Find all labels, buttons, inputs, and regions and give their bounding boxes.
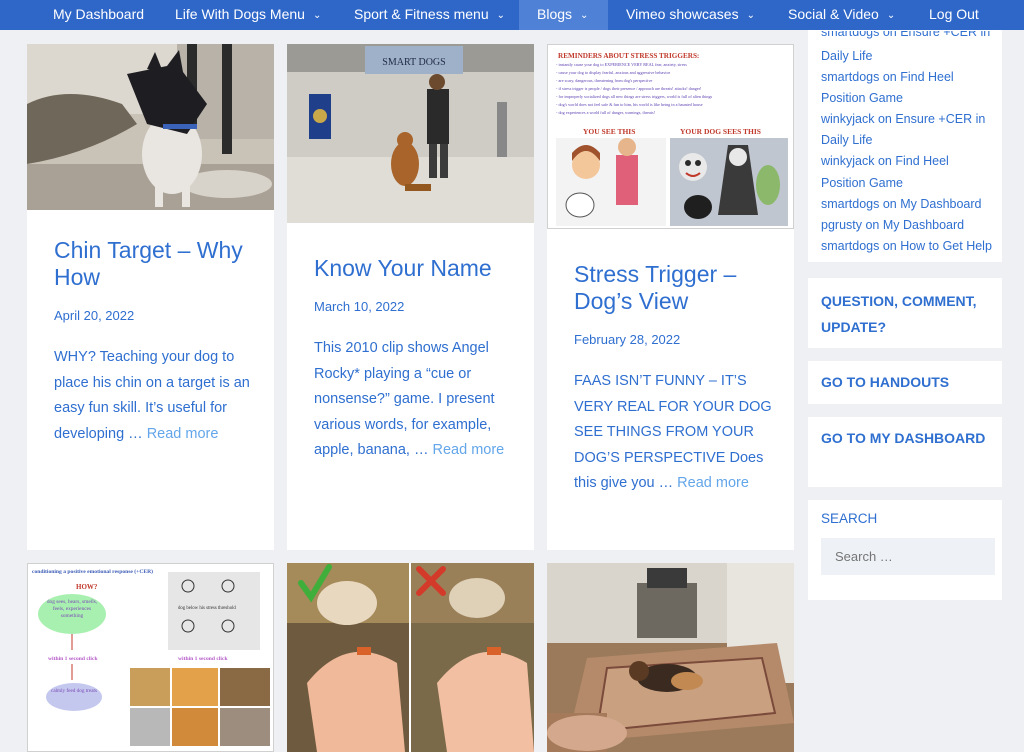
nav-life-with-dogs-menu[interactable]: Life With Dogs Menu ⌄	[175, 0, 321, 30]
infographic-bullet: - if stress trigger is people / dogs the…	[556, 86, 701, 91]
post-title[interactable]: Stress Trigger – Dog’s View	[574, 261, 772, 315]
post-excerpt: WHY? Teaching your dog to place his chin…	[54, 345, 252, 447]
cer-infographic: conditioning a positive emotional respon…	[28, 564, 273, 751]
search-input[interactable]	[821, 538, 995, 575]
nav-label: Blogs	[537, 6, 573, 22]
chevron-down-icon: ⌄	[886, 10, 896, 21]
post-excerpt-text: FAAS ISN’T FUNNY – IT’S VERY REAL FOR YO…	[574, 373, 772, 491]
post-date[interactable]: April 20, 2022	[54, 308, 252, 323]
cer-threshold: dog below his stress threshold	[178, 606, 236, 611]
you-see-caption: YOU SEE THIS	[583, 127, 635, 136]
post-date[interactable]: February 28, 2022	[574, 332, 772, 347]
post-excerpt: This 2010 clip shows Angel Rocky* playin…	[314, 336, 512, 464]
comment-link[interactable]: smartdogs on How to Get Help	[821, 236, 992, 257]
search-widget: SEARCH	[808, 500, 1002, 600]
comment-link[interactable]: winkyjack on Ensure +CER in	[821, 109, 990, 130]
post-thumbnail[interactable]	[547, 563, 794, 752]
post-date[interactable]: March 10, 2022	[314, 299, 512, 314]
post-card: REMINDERS ABOUT STRESS TRIGGERS: - insta…	[547, 44, 794, 550]
cer-click-2: within 1 second click	[178, 656, 228, 662]
nav-label: Vimeo showcases	[626, 6, 739, 22]
post-thumbnail[interactable]: conditioning a positive emotional respon…	[27, 563, 274, 752]
main-nav: My Dashboard Life With Dogs Menu ⌄ Sport …	[0, 0, 1024, 30]
search-label: SEARCH	[821, 511, 878, 526]
cer-how: HOW?	[76, 583, 98, 591]
infographic-heading: REMINDERS ABOUT STRESS TRIGGERS:	[558, 52, 699, 60]
comment-link[interactable]: Daily Life	[821, 130, 990, 151]
nav-sport-fitness-menu[interactable]: Sport & Fitness menu ⌄	[354, 0, 505, 30]
nav-label: Social & Video	[788, 6, 879, 22]
post-excerpt-text: This 2010 clip shows Angel Rocky* playin…	[314, 340, 495, 458]
read-more-link[interactable]: Read more	[147, 426, 219, 442]
chevron-down-icon: ⌄	[496, 10, 506, 21]
comment-link[interactable]: smartdogs on My Dashboard	[821, 194, 990, 215]
nav-label: Life With Dogs Menu	[175, 6, 305, 22]
dog-training-hall-photo: SMART DOGS	[287, 44, 534, 223]
sign-text: SMART DOGS	[382, 57, 445, 68]
read-more-link[interactable]: Read more	[433, 442, 505, 458]
post-card: SMART DOGS Know Your Name March 10, 2022…	[287, 44, 534, 550]
post-card: conditioning a positive emotional respon…	[27, 563, 274, 752]
comment-link[interactable]: Daily Life	[821, 46, 990, 67]
question-comment-update-link[interactable]: QUESTION, COMMENT, UPDATE?	[808, 278, 1002, 348]
dog-sees-caption: YOUR DOG SEES THIS	[680, 127, 761, 136]
nav-vimeo-showcases[interactable]: Vimeo showcases ⌄	[626, 0, 755, 30]
dog-on-rug-photo	[547, 563, 794, 752]
nav-log-out[interactable]: Log Out	[929, 0, 979, 30]
comment-link[interactable]: Position Game	[821, 88, 990, 109]
go-to-my-dashboard-link[interactable]: GO TO MY DASHBOARD	[808, 417, 1002, 487]
chevron-down-icon: ⌄	[746, 10, 755, 21]
chevron-down-icon: ⌄	[312, 10, 322, 21]
comment-link[interactable]: Position Game	[821, 173, 990, 194]
cer-treat-text: calmly feed dog treats	[51, 688, 97, 694]
nav-label: Log Out	[929, 6, 979, 22]
chevron-down-icon: ⌄	[580, 10, 589, 21]
go-to-handouts-link[interactable]: GO TO HANDOUTS	[808, 361, 1002, 404]
comment-link[interactable]: smartdogs on Ensure +CER in	[821, 31, 990, 43]
post-title[interactable]: Know Your Name	[314, 255, 512, 282]
post-card	[547, 563, 794, 752]
post-thumbnail[interactable]	[27, 44, 274, 210]
post-thumbnail[interactable]: SMART DOGS	[287, 44, 534, 223]
nav-my-dashboard[interactable]: My Dashboard	[53, 0, 144, 30]
post-excerpt: FAAS ISN’T FUNNY – IT’S VERY REAL FOR YO…	[574, 369, 772, 497]
cer-heading: conditioning a positive emotional respon…	[32, 568, 153, 575]
cer-bubble-text: dog sees, hears, smells, feels, experien…	[46, 599, 98, 619]
treat-hands-photo	[287, 563, 534, 752]
recent-comments-widget: smartdogs on Ensure +CER in Daily Life s…	[808, 30, 1002, 262]
post-card: Chin Target – Why How April 20, 2022 WHY…	[27, 44, 274, 550]
comment-link[interactable]: winkyjack on Find Heel	[821, 151, 990, 172]
post-thumbnail[interactable]: REMINDERS ABOUT STRESS TRIGGERS: - insta…	[547, 44, 794, 229]
dog-chin-target-photo	[27, 44, 274, 210]
nav-social-video[interactable]: Social & Video ⌄	[788, 0, 895, 30]
nav-label: Sport & Fitness menu	[354, 6, 489, 22]
post-thumbnail[interactable]	[287, 563, 534, 752]
read-more-link[interactable]: Read more	[677, 475, 749, 491]
stress-trigger-infographic: REMINDERS ABOUT STRESS TRIGGERS: - insta…	[548, 45, 793, 228]
comment-link[interactable]: smartdogs on Find Heel	[821, 67, 990, 88]
nav-label: My Dashboard	[53, 6, 145, 22]
nav-blogs[interactable]: Blogs ⌄	[519, 0, 608, 30]
cer-click-1: within 1 second click	[48, 656, 98, 662]
post-card	[287, 563, 534, 752]
post-title[interactable]: Chin Target – Why How	[54, 237, 252, 291]
comment-link[interactable]: pgrusty on My Dashboard	[821, 215, 990, 236]
